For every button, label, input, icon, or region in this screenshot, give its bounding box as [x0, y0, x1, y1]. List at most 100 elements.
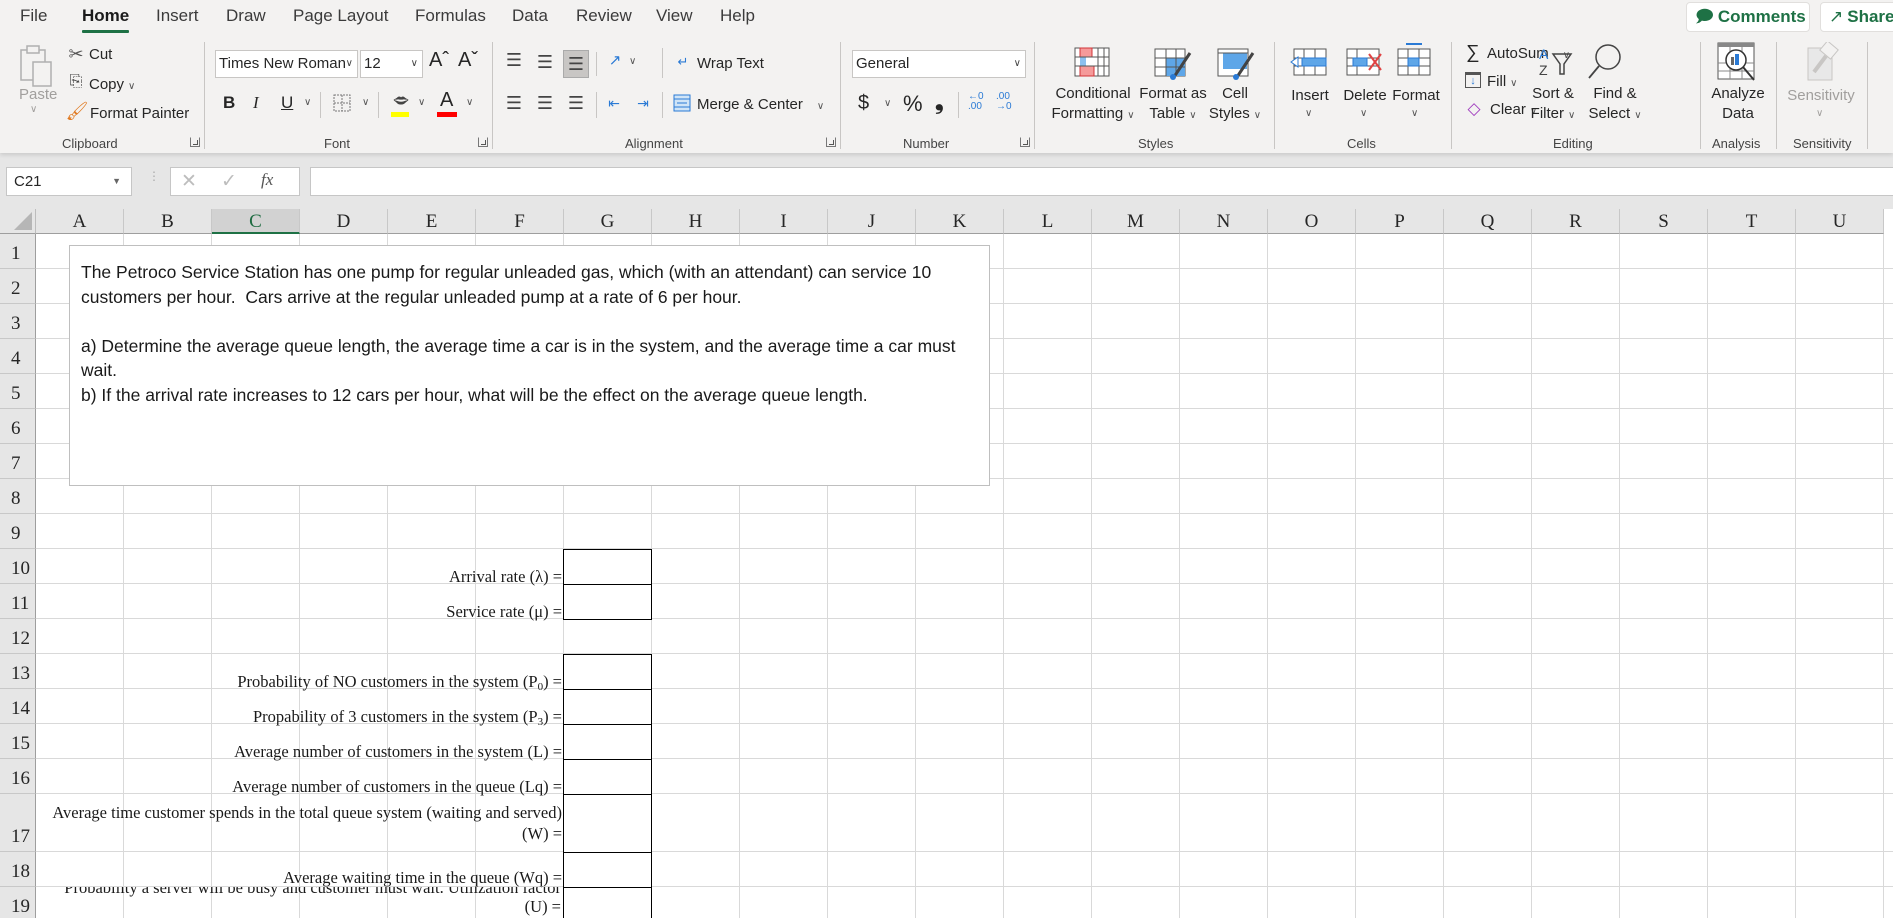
- column-header-f[interactable]: F: [476, 209, 564, 234]
- column-header-s[interactable]: S: [1620, 209, 1708, 234]
- font-name-combo[interactable]: Times New Roman ∨: [215, 50, 358, 78]
- tab-insert[interactable]: Insert: [156, 4, 199, 30]
- tab-draw[interactable]: Draw: [226, 4, 266, 30]
- enter-check-icon[interactable]: ✓: [221, 170, 237, 193]
- insert-cells-icon[interactable]: [1290, 46, 1330, 78]
- p3-input[interactable]: [563, 689, 652, 725]
- borders-dropdown-icon[interactable]: ∨: [362, 97, 369, 108]
- format-as-table-button[interactable]: Format as Table ∨: [1137, 84, 1209, 126]
- row-header-14[interactable]: 14: [0, 689, 36, 724]
- spreadsheet-grid[interactable]: ABCDEFGHIJKLMNOPQRSTU 1 2 3 4 5 6 7 8 9 10 11 12 13 1…: [0, 209, 1893, 918]
- merge-center-button[interactable]: Merge & Center ∨: [697, 96, 824, 113]
- font-color-dropdown-icon[interactable]: ∨: [466, 97, 473, 108]
- align-bottom-icon[interactable]: ☰: [563, 50, 589, 78]
- select-all-button[interactable]: [0, 209, 36, 234]
- column-header-u[interactable]: U: [1796, 209, 1884, 234]
- tab-view[interactable]: View: [656, 4, 693, 30]
- column-header-a[interactable]: A: [36, 209, 124, 234]
- find-select-button[interactable]: Find & Select ∨: [1580, 84, 1650, 126]
- sort-filter-button[interactable]: Sort & Filter ∨: [1520, 84, 1586, 126]
- copy-button[interactable]: Copy ∨: [89, 76, 135, 93]
- bold-button[interactable]: B: [223, 93, 235, 113]
- row-header-6[interactable]: 6: [0, 409, 36, 444]
- tab-review[interactable]: Review: [576, 4, 632, 30]
- column-header-k[interactable]: K: [916, 209, 1004, 234]
- row-header-3[interactable]: 3: [0, 304, 36, 339]
- number-launcher-icon[interactable]: [1020, 137, 1030, 147]
- comma-style-button[interactable]: ❟: [935, 89, 944, 115]
- row-header-11[interactable]: 11: [0, 584, 36, 619]
- column-header-e[interactable]: E: [388, 209, 476, 234]
- arrival-rate-input[interactable]: [563, 549, 652, 585]
- grow-font-button[interactable]: Aˆ: [429, 49, 449, 72]
- align-top-icon[interactable]: ☰: [504, 50, 524, 70]
- service-rate-input[interactable]: [563, 584, 652, 620]
- tab-data[interactable]: Data: [512, 4, 548, 30]
- analyze-data-button[interactable]: Analyze Data: [1705, 84, 1771, 124]
- align-right-icon[interactable]: ☰: [566, 93, 586, 113]
- increase-indent-icon[interactable]: ⇥: [633, 93, 653, 113]
- row-header-10[interactable]: 10: [0, 549, 36, 584]
- percent-button[interactable]: %: [903, 91, 923, 117]
- clipboard-launcher-icon[interactable]: [190, 137, 200, 147]
- cut-button[interactable]: Cut: [89, 46, 112, 63]
- chevron-down-icon[interactable]: ▼: [112, 168, 121, 195]
- orientation-icon[interactable]: ↗: [603, 49, 627, 71]
- fill-button[interactable]: Fill ∨: [1487, 73, 1518, 90]
- row-header-17[interactable]: 17: [0, 794, 36, 852]
- chevron-down-icon[interactable]: ∨: [1360, 108, 1367, 119]
- L-input[interactable]: [563, 724, 652, 760]
- tab-help[interactable]: Help: [720, 4, 755, 30]
- row-header-18[interactable]: 18: [0, 852, 36, 887]
- column-header-g[interactable]: G: [564, 209, 652, 234]
- sensitivity-button[interactable]: Sensitivity: [1783, 86, 1859, 106]
- conditional-formatting-icon[interactable]: [1074, 47, 1110, 79]
- cell-styles-button[interactable]: Cell Styles ∨: [1205, 84, 1265, 126]
- font-size-combo[interactable]: 12 ∨: [360, 50, 423, 78]
- column-header-h[interactable]: H: [652, 209, 740, 234]
- column-header-p[interactable]: P: [1356, 209, 1444, 234]
- tab-file[interactable]: File: [20, 4, 47, 30]
- currency-dropdown-icon[interactable]: ∨: [884, 98, 891, 109]
- tab-home[interactable]: Home: [82, 4, 130, 33]
- sort-filter-icon[interactable]: AZ: [1536, 44, 1576, 80]
- decrease-decimal-button[interactable]: .00 →0: [996, 92, 1016, 112]
- insert-cells-button[interactable]: Insert: [1290, 86, 1330, 106]
- paste-dropdown-icon[interactable]: ∨: [30, 104, 37, 115]
- delete-cells-icon[interactable]: [1345, 46, 1385, 78]
- chevron-down-icon[interactable]: ∨: [1305, 108, 1312, 119]
- Lq-input[interactable]: [563, 759, 652, 795]
- W-input[interactable]: [563, 794, 652, 853]
- column-header-b[interactable]: B: [124, 209, 212, 234]
- column-header-r[interactable]: R: [1532, 209, 1620, 234]
- name-box[interactable]: C21 ▼: [6, 167, 132, 196]
- U-input[interactable]: [563, 887, 652, 918]
- underline-dropdown-icon[interactable]: ∨: [304, 97, 311, 108]
- font-color-button[interactable]: A: [440, 89, 453, 112]
- column-header-c[interactable]: C: [212, 209, 300, 234]
- row-header-9[interactable]: 9: [0, 514, 36, 549]
- analyze-data-icon[interactable]: [1716, 41, 1758, 83]
- borders-icon[interactable]: [332, 93, 352, 113]
- delete-cells-button[interactable]: Delete: [1340, 86, 1390, 106]
- format-cells-button[interactable]: Format: [1391, 86, 1441, 106]
- chevron-down-icon[interactable]: ∨: [1816, 108, 1823, 119]
- p0-input[interactable]: [563, 654, 652, 690]
- number-format-combo[interactable]: General ∨: [852, 50, 1026, 78]
- column-header-d[interactable]: D: [300, 209, 388, 234]
- column-header-i[interactable]: I: [740, 209, 828, 234]
- insert-function-icon[interactable]: fx: [261, 170, 273, 190]
- tab-page-layout[interactable]: Page Layout: [293, 4, 388, 30]
- formula-input[interactable]: [310, 167, 1893, 196]
- format-painter-button[interactable]: Format Painter: [90, 105, 189, 122]
- align-center-icon[interactable]: ☰: [535, 93, 555, 113]
- column-header-j[interactable]: J: [828, 209, 916, 234]
- problem-text-box[interactable]: The Petroco Service Station has one pump…: [69, 245, 990, 486]
- drag-handle-icon[interactable]: ⋮: [148, 170, 160, 190]
- comments-button[interactable]: 🗩 Comments: [1686, 2, 1810, 32]
- format-as-table-icon[interactable]: [1154, 47, 1192, 81]
- font-launcher-icon[interactable]: [478, 137, 488, 147]
- column-header-q[interactable]: Q: [1444, 209, 1532, 234]
- align-left-icon[interactable]: ☰: [504, 93, 524, 113]
- shrink-font-button[interactable]: Aˇ: [458, 49, 478, 72]
